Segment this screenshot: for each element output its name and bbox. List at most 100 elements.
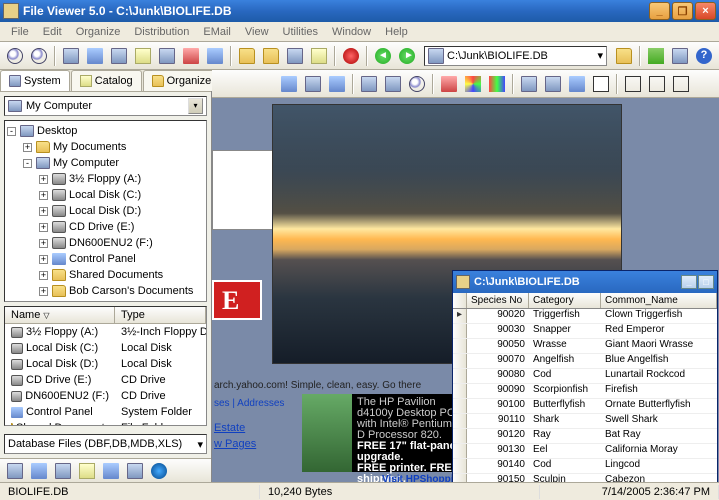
zoom-in-button[interactable] [4, 45, 26, 67]
vbtn-8[interactable] [486, 73, 508, 95]
db-grid[interactable]: Species No Category Common_Name ▸90020Tr… [453, 293, 717, 482]
expand-icon[interactable]: - [7, 127, 16, 136]
tree-item[interactable]: +Control Panel [7, 251, 204, 267]
menu-distribution[interactable]: Distribution [127, 24, 196, 40]
menu-file[interactable]: File [4, 24, 36, 40]
tree-item[interactable]: +Shared Documents [7, 267, 204, 283]
db-row[interactable]: 90140CodLingcod [453, 459, 717, 474]
db-row[interactable]: 90070AngelfishBlue Angelfish [453, 354, 717, 369]
vbtn-11[interactable] [566, 73, 588, 95]
list-item[interactable]: Local Disk (D:)Local Disk [5, 356, 206, 372]
view-btn-7[interactable] [148, 460, 170, 482]
menu-help[interactable]: Help [378, 24, 415, 40]
vbtn-9[interactable] [518, 73, 540, 95]
view-btn-4[interactable] [76, 460, 98, 482]
menu-email[interactable]: EMail [196, 24, 238, 40]
tree-icon-button[interactable] [645, 45, 667, 67]
help-button[interactable]: ? [693, 45, 715, 67]
col-name[interactable]: Name ▽ [5, 307, 115, 323]
forward-button[interactable]: ► [396, 45, 418, 67]
minimize-button[interactable]: _ [649, 2, 670, 20]
tool-btn-2[interactable] [84, 45, 106, 67]
expand-icon[interactable]: - [23, 159, 32, 168]
tool-btn-7[interactable] [204, 45, 226, 67]
expand-icon[interactable]: + [39, 255, 48, 264]
db-row[interactable]: ▸90020TriggerfishClown Triggerfish [453, 309, 717, 324]
database-window[interactable]: C:\Junk\BIOLIFE.DB _ □ Species No Catego… [452, 270, 718, 482]
path-field[interactable]: C:\Junk\BIOLIFE.DB ▾ [424, 46, 607, 66]
prefs-button[interactable] [669, 45, 691, 67]
tree-item[interactable]: +My Documents [7, 139, 204, 155]
tool-btn-5[interactable] [156, 45, 178, 67]
menu-edit[interactable]: Edit [36, 24, 69, 40]
tab-system[interactable]: System [0, 70, 70, 91]
menu-window[interactable]: Window [325, 24, 378, 40]
folder-btn-2[interactable] [260, 45, 282, 67]
vbtn-12[interactable] [590, 73, 612, 95]
tree-item[interactable]: +CD Drive (E:) [7, 219, 204, 235]
go-button[interactable] [613, 45, 635, 67]
folder-tree[interactable]: -Desktop+My Documents-My Computer+3½ Flo… [4, 120, 207, 302]
view-btn-6[interactable] [124, 460, 146, 482]
vbtn-3[interactable] [326, 73, 348, 95]
back-button[interactable]: ◄ [372, 45, 394, 67]
tool-btn-3[interactable] [108, 45, 130, 67]
expand-icon[interactable]: + [39, 271, 48, 280]
menu-utilities[interactable]: Utilities [276, 24, 325, 40]
stop-button[interactable] [340, 45, 362, 67]
tool-btn-1[interactable] [60, 45, 82, 67]
tree-item[interactable]: +3½ Floppy (A:) [7, 171, 204, 187]
menu-organize[interactable]: Organize [69, 24, 128, 40]
menu-view[interactable]: View [238, 24, 276, 40]
db-row[interactable]: 90100ButterflyfishOrnate Butterflyfish [453, 399, 717, 414]
vbtn-6[interactable] [438, 73, 460, 95]
link[interactable]: w Pages [214, 436, 256, 452]
vbtn-2[interactable] [302, 73, 324, 95]
addresses-link[interactable]: ses | Addresses [214, 398, 284, 409]
tree-item[interactable]: -My Computer [7, 155, 204, 171]
open-folder-button[interactable] [236, 45, 258, 67]
col-category[interactable]: Category [529, 293, 601, 308]
db-row[interactable]: 90130EelCalifornia Moray [453, 444, 717, 459]
vbtn-14[interactable] [646, 73, 668, 95]
list-item[interactable]: Local Disk (C:)Local Disk [5, 340, 206, 356]
vbtn-7[interactable] [462, 73, 484, 95]
tree-item[interactable]: +DN600ENU2 (F:) [7, 235, 204, 251]
tree-item[interactable]: +Local Disk (C:) [7, 187, 204, 203]
tool-btn-6[interactable] [180, 45, 202, 67]
vbtn-4[interactable] [358, 73, 380, 95]
vbtn-15[interactable] [670, 73, 692, 95]
view-btn-3[interactable] [52, 460, 74, 482]
path-dropdown-icon[interactable]: ▾ [597, 49, 603, 62]
expand-icon[interactable]: + [39, 175, 48, 184]
col-species-no[interactable]: Species No [467, 293, 529, 308]
vbtn-10[interactable] [542, 73, 564, 95]
expand-icon[interactable]: + [39, 223, 48, 232]
db-row[interactable]: 90110SharkSwell Shark [453, 414, 717, 429]
expand-icon[interactable]: + [39, 207, 48, 216]
filter-combo[interactable]: Database Files (DBF,DB,MDB,XLS) ▾ [4, 434, 207, 454]
expand-icon[interactable]: + [39, 287, 48, 296]
db-minimize-button[interactable]: _ [681, 275, 697, 289]
col-type[interactable]: Type [115, 307, 206, 323]
tab-organize[interactable]: Organize [143, 70, 221, 91]
tree-item[interactable]: +Bob Carson's Documents [7, 283, 204, 299]
link[interactable]: Estate [214, 420, 256, 436]
db-row[interactable]: 90150SculpinCabezon [453, 474, 717, 482]
chevron-down-icon[interactable]: ▾ [197, 438, 203, 451]
expand-icon[interactable]: + [39, 191, 48, 200]
view-btn-2[interactable] [28, 460, 50, 482]
file-list[interactable]: Name ▽ Type 3½ Floppy (A:)3½-Inch Floppy… [4, 306, 207, 426]
vbtn-zoom[interactable] [406, 73, 428, 95]
db-row[interactable]: 90080CodLunartail Rockcod [453, 369, 717, 384]
tree-item[interactable]: +My Network Places [7, 299, 204, 302]
vbtn-5[interactable] [382, 73, 404, 95]
mail-button[interactable] [308, 45, 330, 67]
db-row[interactable]: 90050WrasseGiant Maori Wrasse [453, 339, 717, 354]
col-common-name[interactable]: Common_Name [601, 293, 717, 308]
tree-item[interactable]: -Desktop [7, 123, 204, 139]
list-item[interactable]: Shared DocumentsFile Folder [5, 420, 206, 426]
close-button[interactable]: × [695, 2, 716, 20]
zoom-out-button[interactable] [28, 45, 50, 67]
chevron-down-icon[interactable]: ▾ [188, 98, 203, 114]
